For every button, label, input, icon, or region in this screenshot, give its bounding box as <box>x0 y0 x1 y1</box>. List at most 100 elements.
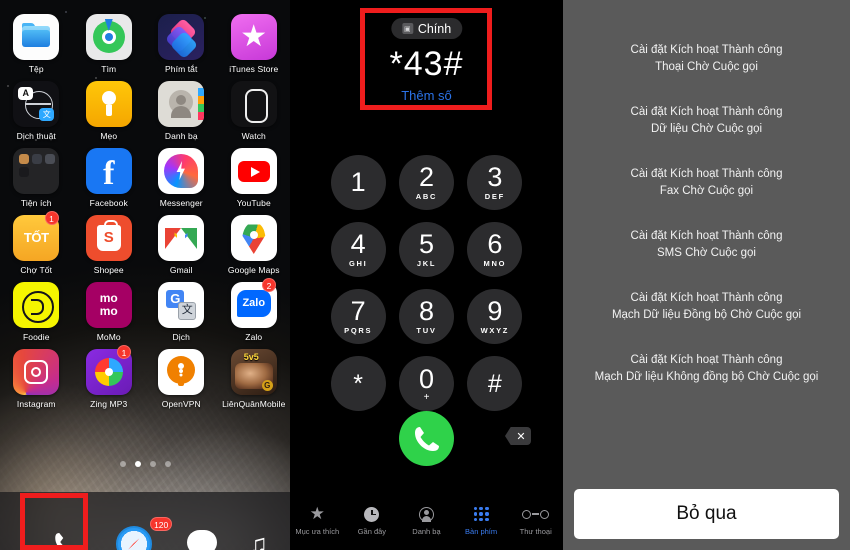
page-dots[interactable] <box>0 461 290 467</box>
dialer-tab-bar: ★ Mục ưa thích Gần đây Danh bạ Bàn phím Thư t… <box>290 498 563 550</box>
app-badge: 120 <box>150 517 173 531</box>
keypad-key-star[interactable]: * <box>330 356 386 411</box>
page-dot[interactable] <box>149 461 156 467</box>
keypad-key-2[interactable]: 2 ABC <box>398 155 454 210</box>
clock-icon <box>364 504 380 524</box>
gmail-icon[interactable] <box>158 215 205 261</box>
page-dot[interactable] <box>119 461 126 467</box>
app-label: Tệp <box>28 64 44 74</box>
keypad-key-9[interactable]: 9 WXYZ <box>467 289 523 344</box>
app-icon-cell[interactable]: A 文 Dịch thuật <box>0 81 73 141</box>
keypad-key-0[interactable]: 0 + <box>398 356 454 411</box>
app-label: LiênQuânMobile <box>222 399 286 409</box>
lien-quan-mobile-icon[interactable]: 5v5 G <box>230 349 277 395</box>
app-icon-cell[interactable]: iTunes Store <box>218 14 291 74</box>
utilities-folder-icon[interactable] <box>13 148 60 194</box>
app-icon-cell[interactable]: 1 Chợ Tốt <box>0 211 73 275</box>
tab-clock[interactable]: Gần đây <box>345 504 400 536</box>
tab-star[interactable]: ★ Mục ưa thích <box>290 504 345 536</box>
app-icon-cell[interactable]: Instagram <box>0 349 73 409</box>
google-maps-icon[interactable] <box>230 215 277 261</box>
youtube-icon[interactable] <box>230 148 277 194</box>
app-icon-cell[interactable]: 5v5 G LiênQuânMobile <box>218 349 291 409</box>
tab-voicemail[interactable]: Thư thoại <box>508 504 563 536</box>
translate-icon[interactable]: A文 <box>13 81 60 127</box>
app-icon-cell[interactable]: Tìm <box>73 14 146 74</box>
app-icon-cell[interactable]: OpenVPN <box>145 349 218 409</box>
app-icon-cell[interactable]: Phím tắt <box>145 14 218 74</box>
messenger-icon[interactable] <box>158 148 205 194</box>
keypad-key-6[interactable]: 6 MNO <box>467 222 523 277</box>
star-icon: ★ <box>309 504 325 523</box>
app-label: Chợ Tốt <box>20 265 53 275</box>
activation-messages-panel: Cài đặt Kích hoạt Thành công Thoại Chờ Cu… <box>563 0 850 550</box>
dock: 120 <box>0 492 290 550</box>
openvpn-icon[interactable] <box>158 349 205 395</box>
tips-icon[interactable] <box>85 81 132 127</box>
app-label: Dịch thuật <box>16 131 56 141</box>
key-digit: 2 <box>418 162 434 192</box>
app-icon-cell[interactable]: Tiện ích <box>0 148 73 208</box>
voicemail-icon <box>522 504 550 524</box>
app-label: iTunes Store <box>229 64 279 74</box>
keypad-icon <box>473 504 489 524</box>
key-digit: 5 <box>418 229 434 259</box>
app-icon-cell[interactable]: Mẹo <box>73 81 146 141</box>
keypad-key-4[interactable]: 4 GHI <box>330 222 386 277</box>
page-dot[interactable] <box>134 461 141 467</box>
momo-icon[interactable] <box>85 282 132 328</box>
activation-message-list: Cài đặt Kích hoạt Thành công Thoại Chờ Cu… <box>563 42 850 386</box>
key-sublabel: TUV <box>416 326 437 335</box>
app-label: Gmail <box>169 265 193 275</box>
keypad-key-1[interactable]: 1 <box>330 155 386 210</box>
find-my-icon[interactable] <box>85 14 132 60</box>
app-icon-cell[interactable]: Danh bạ <box>145 81 218 141</box>
itunes-store-icon[interactable] <box>230 14 277 60</box>
google-translate-icon[interactable] <box>158 282 205 328</box>
message-line-2: SMS Chờ Cuộc gọi <box>657 247 756 259</box>
app-icon-cell[interactable]: Watch <box>218 81 291 141</box>
message-line-2: Thoại Chờ Cuộc gọi <box>655 61 758 73</box>
facebook-icon[interactable] <box>85 148 132 194</box>
key-digit: 3 <box>487 162 503 192</box>
keypad-key-8[interactable]: 8 TUV <box>398 289 454 344</box>
keypad-key-5[interactable]: 5 JKL <box>398 222 454 277</box>
app-icon-cell[interactable]: YouTube <box>218 148 291 208</box>
call-button[interactable] <box>399 411 454 466</box>
dismiss-button[interactable]: Bỏ qua <box>574 489 839 539</box>
key-sublabel: JKL <box>416 259 437 268</box>
shortcuts-icon[interactable] <box>158 14 205 60</box>
app-icon-cell[interactable]: Shopee <box>73 215 146 275</box>
tab-keypad[interactable]: Bàn phím <box>454 504 509 536</box>
keypad-key-7[interactable]: 7 PQRS <box>330 289 386 344</box>
sim-selector[interactable]: ▣ Chính <box>390 18 463 39</box>
app-icon-cell[interactable]: Mo Mo <box>73 282 146 342</box>
app-badge: 1 <box>44 211 59 225</box>
contacts-icon[interactable] <box>158 81 205 127</box>
app-badge: 1 <box>117 345 131 359</box>
add-number-link[interactable]: Thêm số <box>290 88 563 103</box>
instagram-icon[interactable] <box>13 349 60 395</box>
watch-icon[interactable] <box>230 81 277 127</box>
app-icon-cell[interactable]: Dịch <box>145 282 218 342</box>
key-digit: 6 <box>487 229 503 259</box>
app-icon-cell[interactable]: Gmail <box>145 215 218 275</box>
app-icon-cell[interactable]: Google Maps <box>218 215 291 275</box>
app-label: Facebook <box>89 198 128 208</box>
app-icon-cell[interactable]: 2 Zalo <box>218 278 291 342</box>
key-digit: 7 <box>350 296 366 326</box>
keypad-key-3[interactable]: 3 DEF <box>467 155 523 210</box>
app-icon-cell[interactable]: Foodie <box>0 282 73 342</box>
app-icon-cell[interactable]: Tệp <box>0 14 73 74</box>
app-icon-cell[interactable]: Facebook <box>73 148 146 208</box>
app-icon-cell[interactable]: Messenger <box>145 148 218 208</box>
foodie-icon[interactable] <box>13 282 60 328</box>
key-digit: 4 <box>350 229 366 259</box>
tab-contacts[interactable]: Danh bạ <box>399 504 454 536</box>
shopee-icon[interactable] <box>85 215 132 261</box>
page-dot[interactable] <box>164 461 171 467</box>
keypad-key-hash[interactable]: # <box>467 356 523 411</box>
tab-label: Thư thoại <box>519 527 552 536</box>
files-icon[interactable] <box>13 14 60 60</box>
app-icon-cell[interactable]: 1 Zing MP3 <box>73 345 146 409</box>
